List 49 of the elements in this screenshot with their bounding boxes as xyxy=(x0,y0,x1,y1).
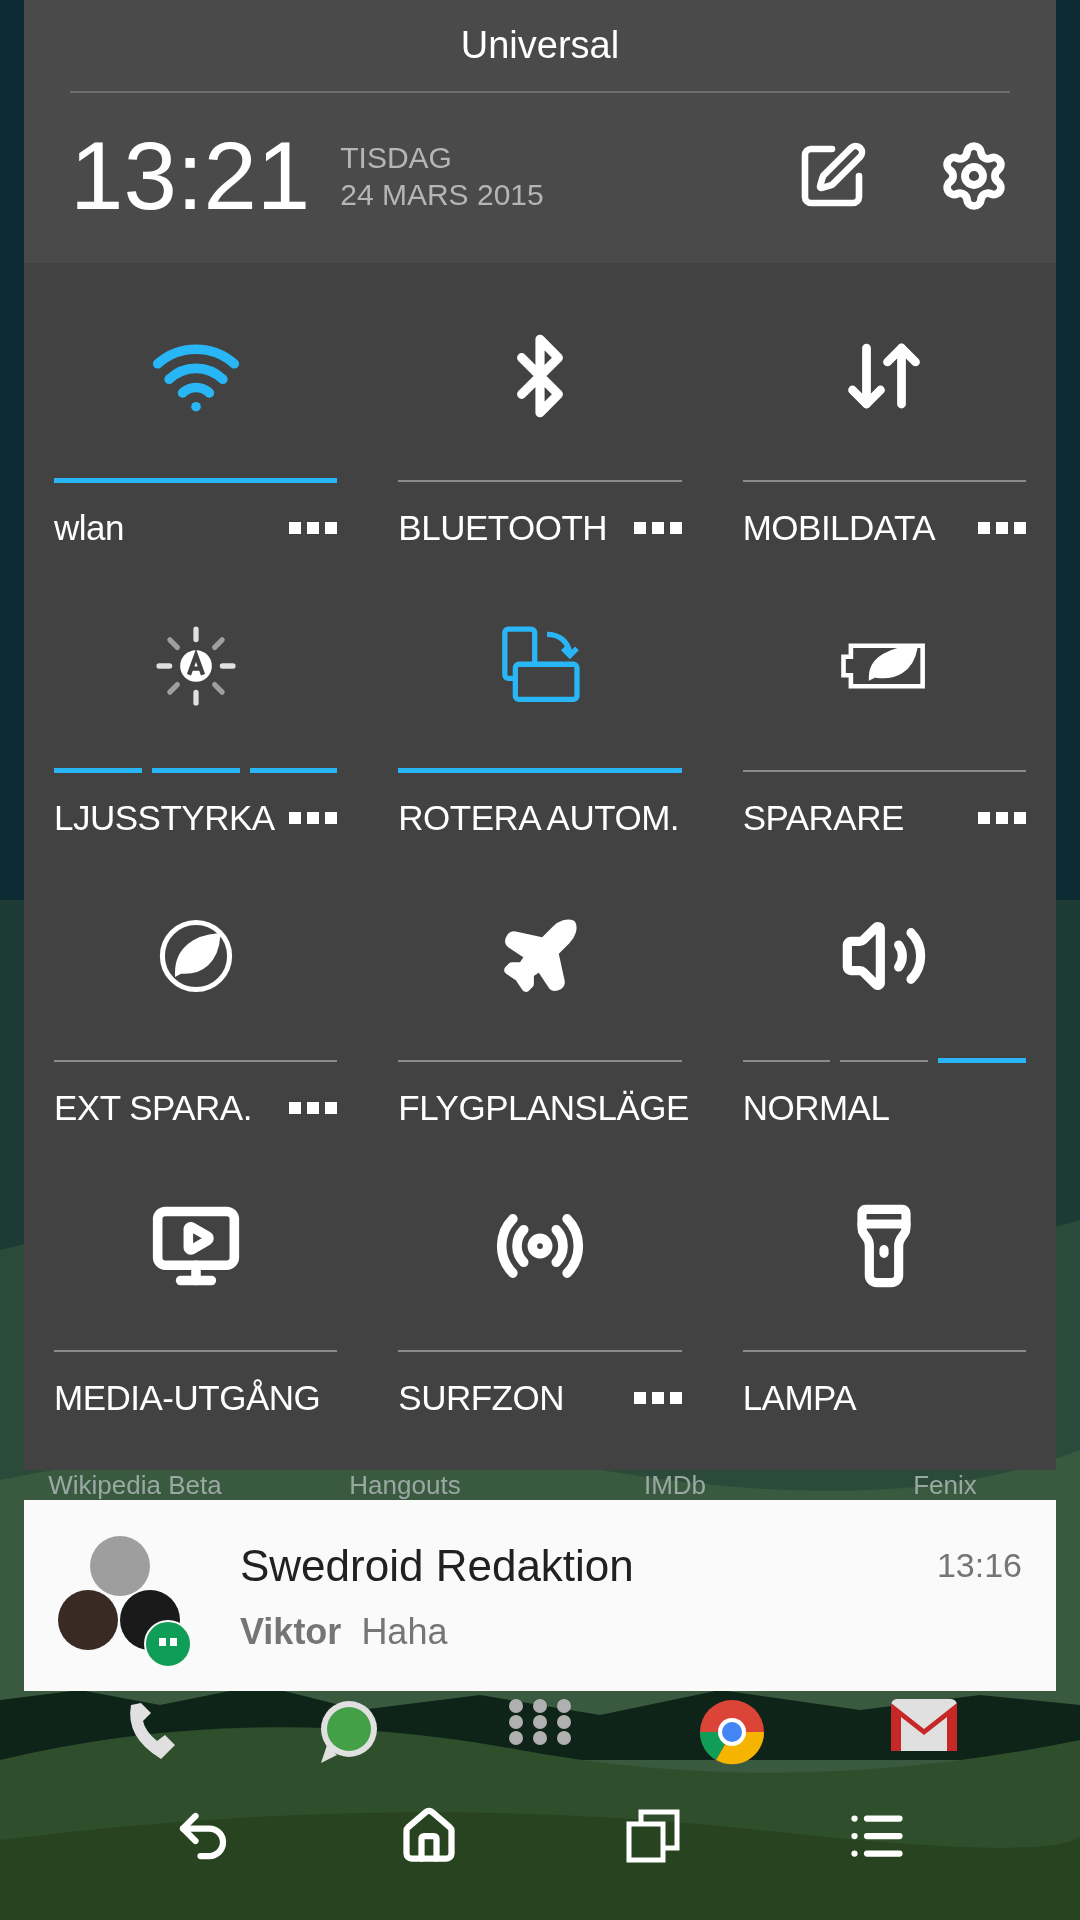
tile-label: wlan xyxy=(54,506,124,549)
quick-tile[interactable]: MEDIA-UTGÅNG xyxy=(54,1133,338,1423)
notification-card[interactable]: Swedroid Redaktion 13:16 Viktor Haha xyxy=(24,1500,1056,1691)
clock-time: 13:21 xyxy=(70,128,311,224)
quick-tile[interactable]: MOBILDATA xyxy=(742,263,1026,553)
avatar xyxy=(58,1589,118,1650)
more-icon[interactable] xyxy=(633,1392,682,1404)
profile-title: Universal xyxy=(460,23,620,68)
quick-tile[interactable]: ROTERA AUTOM. xyxy=(398,553,682,843)
tile-label: FLYGPLANSLÄGE xyxy=(398,1086,689,1129)
quick-tile[interactable]: EXT SPARA. xyxy=(54,843,338,1133)
weekday-text: TISDAG xyxy=(340,139,453,176)
more-icon[interactable] xyxy=(978,812,1026,824)
more-icon[interactable] xyxy=(289,522,338,534)
more-icon[interactable] xyxy=(633,522,682,534)
quick-tile[interactable]: LJUSSTYRKA xyxy=(54,553,338,843)
more-icon[interactable] xyxy=(978,522,1026,534)
app-label: IMDb xyxy=(642,1472,708,1498)
tile-label: MOBILDATA xyxy=(742,506,936,549)
tile-label: SPARARE xyxy=(742,796,904,839)
quick-tile[interactable]: SURFZON xyxy=(398,1133,682,1423)
recent-apps-icon[interactable] xyxy=(625,1807,681,1864)
notification-title: Swedroid Redaktion xyxy=(240,1539,634,1592)
tile-label: ROTERA AUTOM. xyxy=(398,796,679,839)
app-label: Fenix xyxy=(912,1472,978,1498)
date-text: 24 MARS 2015 xyxy=(340,177,544,213)
chat-badge-icon xyxy=(144,1619,192,1668)
more-icon[interactable] xyxy=(289,1102,338,1114)
quick-tile[interactable]: BLUETOOTH xyxy=(398,263,682,553)
quick-tile[interactable]: wlan xyxy=(54,263,338,553)
tile-label: LAMPA xyxy=(742,1376,857,1419)
tile-label: EXT SPARA. xyxy=(54,1086,252,1129)
app-label: Hangouts xyxy=(348,1472,462,1498)
message-text: Haha xyxy=(361,1609,448,1654)
quick-tile[interactable]: LAMPA xyxy=(742,1133,1026,1423)
app-label: Wikipedia Beta xyxy=(47,1472,223,1498)
tile-label: SURFZON xyxy=(398,1376,564,1419)
quick-tile[interactable]: SPARARE xyxy=(742,553,1026,843)
tile-label: MEDIA-UTGÅNG xyxy=(54,1376,321,1419)
mail-icon[interactable] xyxy=(889,1697,959,1753)
more-icon[interactable] xyxy=(289,812,338,824)
tile-label: NORMAL xyxy=(742,1086,890,1129)
notification-time: 13:16 xyxy=(936,1545,1022,1586)
circle-logo-icon[interactable] xyxy=(697,1697,767,1767)
avatar xyxy=(90,1535,150,1596)
tile-label: LJUSSTYRKA xyxy=(54,796,275,839)
tile-label: BLUETOOTH xyxy=(398,506,608,549)
sender-name: Viktor xyxy=(240,1609,342,1654)
quick-tile[interactable]: NORMAL xyxy=(742,843,1026,1133)
